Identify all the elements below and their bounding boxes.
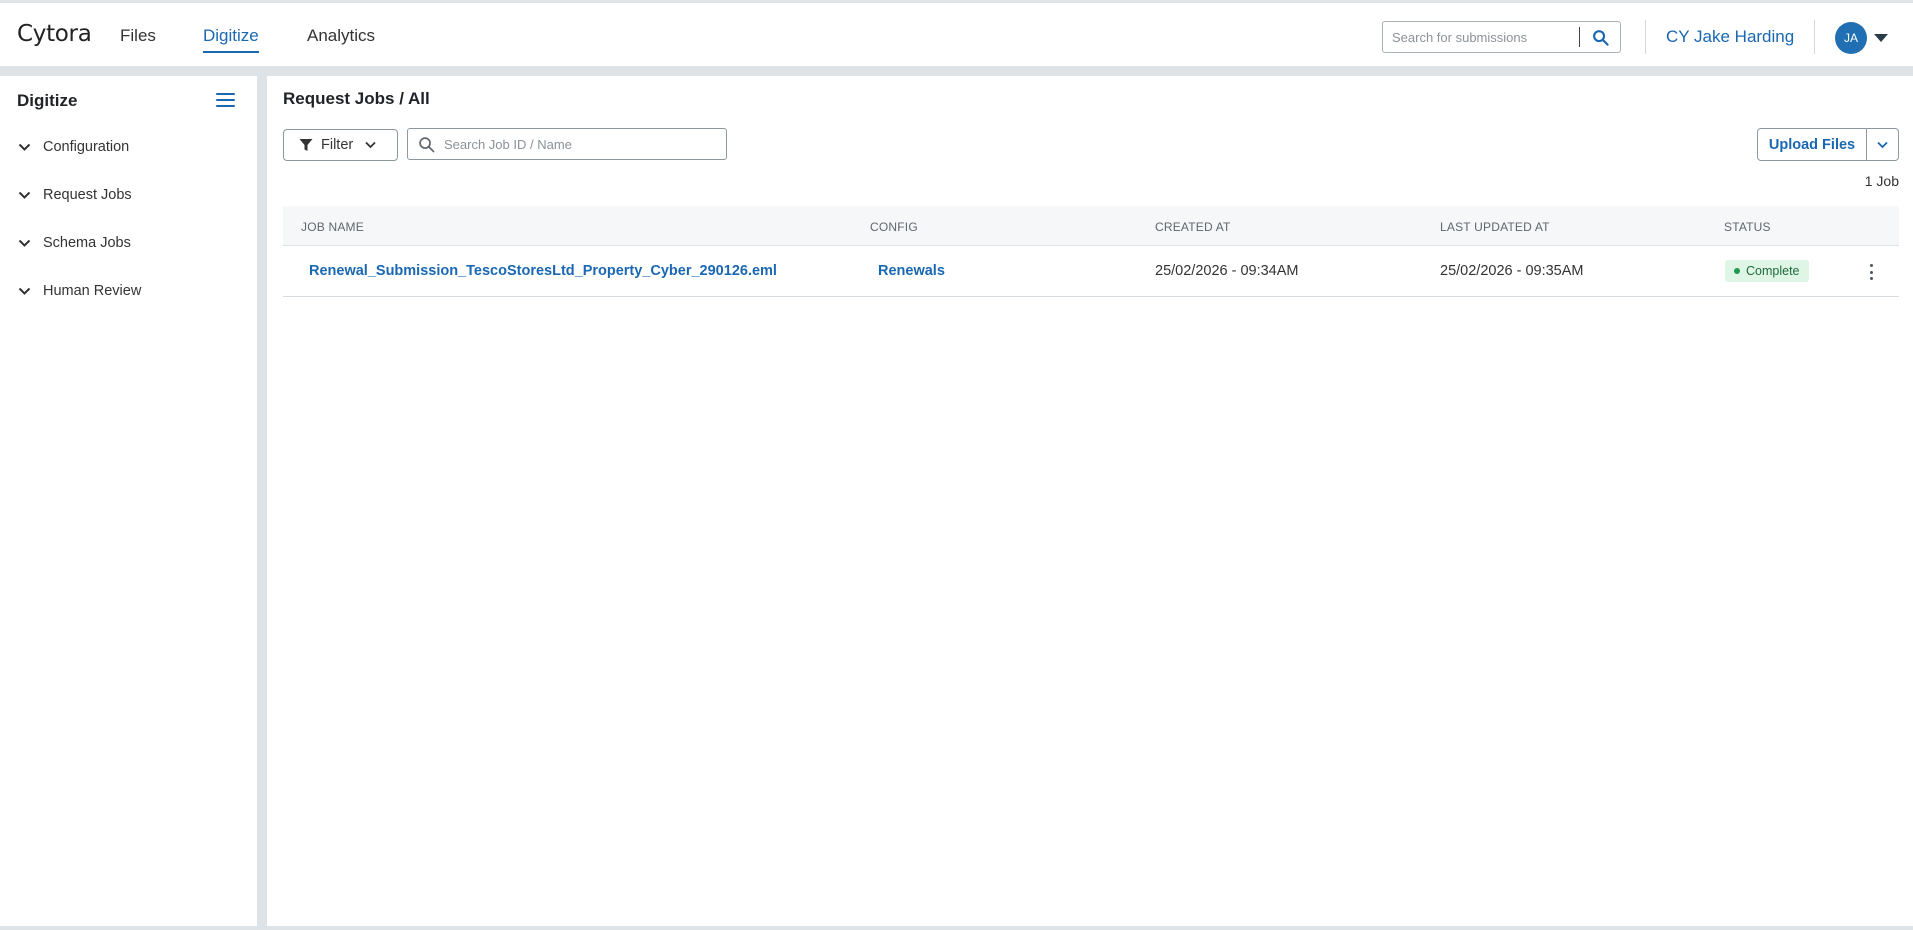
main-panel: Request Jobs / All Filter Upload Files 1… xyxy=(267,76,1913,926)
avatar[interactable]: JA xyxy=(1835,22,1867,54)
job-search-input[interactable] xyxy=(444,136,714,152)
table-header: JOB NAME CONFIG CREATED AT LAST UPDATED … xyxy=(283,206,1899,246)
brand-logo[interactable]: Cytora xyxy=(17,21,92,47)
chevron-down-icon xyxy=(17,188,31,202)
job-name-link[interactable]: Renewal_Submission_TescoStoresLtd_Proper… xyxy=(309,263,777,279)
user-link[interactable]: CY Jake Harding xyxy=(1666,27,1794,47)
sidebar-item-label: Configuration xyxy=(43,139,130,155)
created-at: 25/02/2026 - 09:34AM xyxy=(1155,263,1299,279)
sidebar-item-request-jobs[interactable]: Request Jobs xyxy=(17,183,132,207)
job-search xyxy=(407,128,727,160)
column-header-config[interactable]: CONFIG xyxy=(870,220,918,234)
search-icon xyxy=(408,136,444,153)
kebab-menu-icon[interactable] xyxy=(1866,262,1876,282)
updated-at: 25/02/2026 - 09:35AM xyxy=(1440,263,1584,279)
sidebar: Digitize Configuration Request Jobs Sche… xyxy=(0,76,257,926)
upload-files-button[interactable]: Upload Files xyxy=(1758,129,1867,160)
sidebar-item-schema-jobs[interactable]: Schema Jobs xyxy=(17,231,131,255)
nav-analytics[interactable]: Analytics xyxy=(307,26,375,46)
header-divider xyxy=(1645,20,1646,54)
status-dot xyxy=(1734,268,1740,274)
menu-icon[interactable] xyxy=(216,93,235,107)
filter-icon xyxy=(299,139,313,151)
nav-files[interactable]: Files xyxy=(120,26,156,46)
column-header-status[interactable]: STATUS xyxy=(1724,220,1771,234)
status-badge: Complete xyxy=(1725,260,1809,282)
submission-search xyxy=(1382,21,1621,53)
upload-files-split-button: Upload Files xyxy=(1757,128,1899,161)
config-link[interactable]: Renewals xyxy=(878,263,945,279)
breadcrumb: Request Jobs / All xyxy=(283,89,430,108)
column-header-job-name[interactable]: JOB NAME xyxy=(301,220,364,234)
job-count: 1 Job xyxy=(1864,173,1899,189)
top-bar: Cytora Files Digitize Analytics CY Jake … xyxy=(0,2,1913,66)
nav-digitize[interactable]: Digitize xyxy=(203,26,259,53)
column-header-last-updated-at[interactable]: LAST UPDATED AT xyxy=(1440,220,1550,234)
sidebar-item-configuration[interactable]: Configuration xyxy=(17,135,129,159)
search-button[interactable] xyxy=(1580,22,1620,52)
chevron-down-icon xyxy=(17,236,31,250)
search-icon xyxy=(1592,29,1609,46)
chevron-down-icon xyxy=(17,140,31,154)
filter-label: Filter xyxy=(321,137,354,153)
chevron-down-icon xyxy=(1877,141,1888,148)
sidebar-title: Digitize xyxy=(17,91,78,110)
status-text: Complete xyxy=(1746,264,1800,278)
column-header-created-at[interactable]: CREATED AT xyxy=(1155,220,1231,234)
header-divider xyxy=(1814,20,1815,54)
table-row[interactable]: Renewal_Submission_TescoStoresLtd_Proper… xyxy=(283,246,1899,297)
filter-button[interactable]: Filter xyxy=(283,129,398,161)
chevron-down-icon xyxy=(365,141,376,149)
sidebar-item-label: Request Jobs xyxy=(43,187,132,203)
upload-options-button[interactable] xyxy=(1867,129,1898,160)
caret-down-icon[interactable] xyxy=(1874,34,1888,42)
sidebar-item-label: Schema Jobs xyxy=(43,235,131,251)
jobs-table: JOB NAME CONFIG CREATED AT LAST UPDATED … xyxy=(283,206,1899,297)
submission-search-input[interactable] xyxy=(1383,22,1580,52)
sidebar-item-label: Human Review xyxy=(43,283,142,299)
chevron-down-icon xyxy=(17,284,31,298)
sidebar-item-human-review[interactable]: Human Review xyxy=(17,279,141,303)
